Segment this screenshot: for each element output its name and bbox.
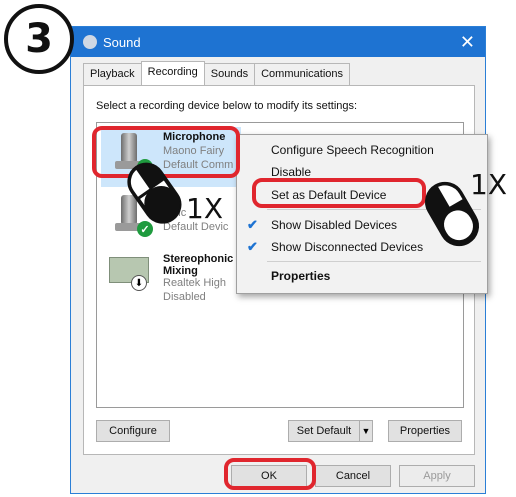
tab-recording[interactable]: Recording (140, 61, 205, 85)
click-count-label: 1X (186, 192, 223, 225)
tab-strip: Playback Recording Sounds Communications (83, 61, 351, 85)
menu-item-set-default[interactable]: Set as Default Device (271, 188, 386, 202)
tab-communications[interactable]: Communications (254, 63, 351, 85)
window-title: Sound (103, 35, 141, 50)
menu-item-properties[interactable]: Properties (271, 269, 330, 283)
menu-separator (267, 261, 481, 262)
right-click-mouse-icon (127, 162, 182, 224)
check-icon: ✔ (247, 239, 258, 254)
device-description: Maono Fairy (163, 145, 225, 157)
device-status: Disabled (163, 291, 206, 303)
click-count-label: 1X (470, 168, 507, 201)
tab-sounds[interactable]: Sounds (203, 63, 256, 85)
set-default-button[interactable]: Set Default (288, 420, 360, 442)
menu-item-configure-speech[interactable]: Configure Speech Recognition (271, 143, 434, 157)
menu-item-show-disconnected[interactable]: Show Disconnected Devices (271, 240, 423, 254)
check-icon: ✔ (247, 217, 258, 232)
device-name: Microphone (163, 131, 226, 143)
device-name-line1: Stereophonic (163, 253, 234, 265)
properties-button[interactable]: Properties (388, 420, 462, 442)
device-description: Realtek High (163, 277, 226, 289)
instruction-text: Select a recording device below to modif… (96, 100, 358, 112)
menu-item-show-disabled[interactable]: Show Disabled Devices (271, 218, 397, 232)
tab-playback[interactable]: Playback (83, 63, 142, 85)
cancel-button[interactable]: Cancel (315, 465, 391, 487)
title-bar: Sound ✕ (71, 27, 485, 57)
step-number-badge: 3 (4, 4, 74, 74)
device-item-stereo-mixing[interactable]: ⬇ Stereophonic Mixing Realtek High Disab… (101, 251, 241, 311)
down-arrow-icon: ⬇ (131, 275, 147, 291)
ok-button[interactable]: OK (231, 465, 307, 487)
set-default-dropdown-icon[interactable]: ▼ (359, 420, 373, 442)
close-icon[interactable]: ✕ (460, 32, 475, 53)
menu-item-disable[interactable]: Disable (271, 165, 311, 179)
device-name-line2: Mixing (163, 265, 198, 277)
configure-button[interactable]: Configure (96, 420, 170, 442)
speaker-icon (83, 35, 97, 49)
apply-button[interactable]: Apply (399, 465, 475, 487)
